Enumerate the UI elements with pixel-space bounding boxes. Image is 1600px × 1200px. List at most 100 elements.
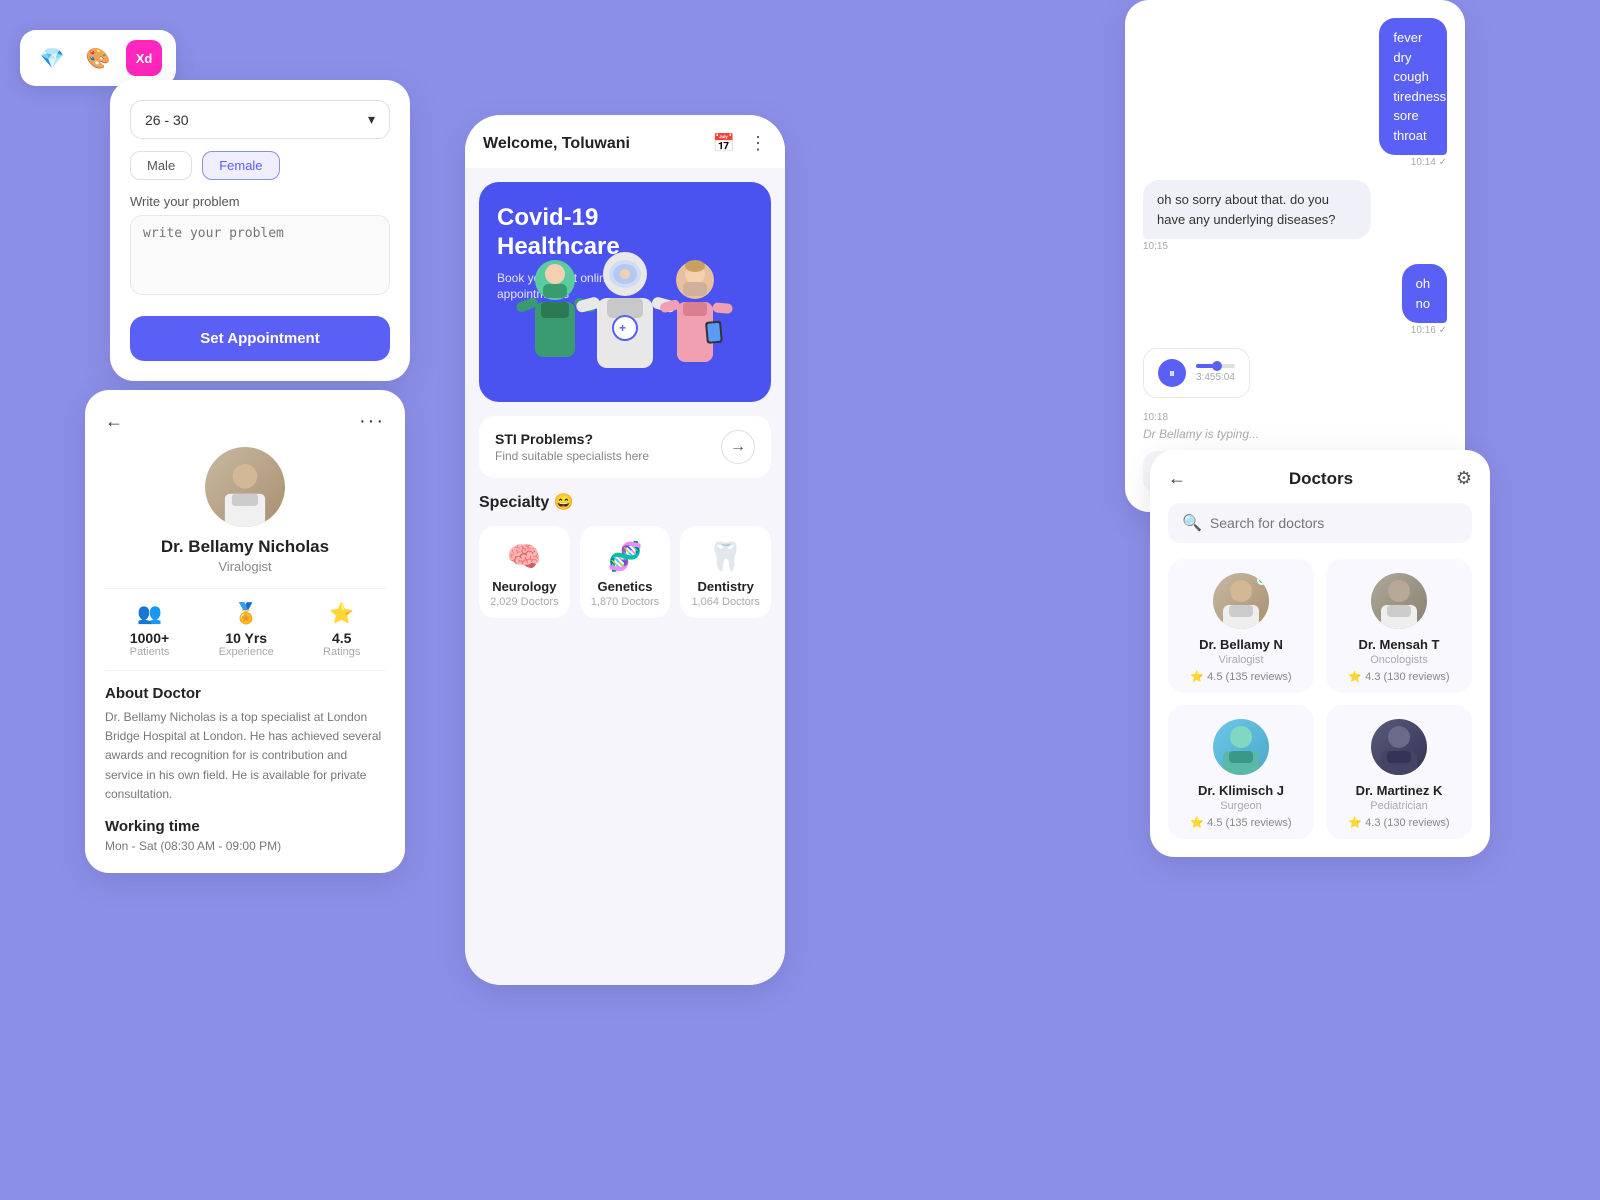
age-chevron-icon: ▾ <box>368 111 375 128</box>
specialty-genetics[interactable]: 🧬 Genetics 1,870 Doctors <box>580 526 671 618</box>
figma-icon[interactable]: 🎨 <box>80 40 116 76</box>
svg-text:+: + <box>619 321 626 335</box>
doctor-card-martinez[interactable]: Dr. Martinez K Pediatrician ⭐ 4.3 (130 r… <box>1326 705 1472 839</box>
sketch-icon[interactable]: 💎 <box>34 40 70 76</box>
msg-time-1: 10:14 ✓ <box>1411 157 1447 168</box>
doctor-card-klimisch[interactable]: Dr. Klimisch J Surgeon ⭐ 4.5 (135 review… <box>1168 705 1314 839</box>
specialty-title: Specialty 😄 <box>479 492 771 512</box>
audio-message: ⏸ 3:45 5:04 <box>1143 348 1250 398</box>
doctor-name: Dr. Bellamy Nicholas <box>105 537 385 557</box>
stat-experience: 🏅 10 Yrs Experience <box>219 601 274 658</box>
appointment-panel: 26 - 30 ▾ Male Female Write your problem… <box>110 80 410 381</box>
doctor-specialty: Viralogist <box>105 559 385 574</box>
gender-female[interactable]: Female <box>202 151 279 180</box>
typing-hint: Dr Bellamy is typing... <box>1143 427 1447 441</box>
audio-elapsed: 3:45 <box>1196 372 1215 383</box>
doctor-rating-martinez: ⭐ 4.3 (130 reviews) <box>1336 816 1462 829</box>
genetics-icon: 🧬 <box>588 540 663 573</box>
sti-card: STI Problems? Find suitable specialists … <box>479 416 771 478</box>
sti-title: STI Problems? <box>495 431 649 447</box>
chat-messages: fever dry cough tiredness sore throat 10… <box>1143 18 1447 423</box>
avatar-mensah <box>1371 573 1427 629</box>
header-icons: 📅 ⋮ <box>713 133 767 154</box>
more-icon[interactable]: ··· <box>359 410 385 433</box>
gender-row: Male Female <box>130 151 390 180</box>
problem-label: Write your problem <box>130 194 390 209</box>
stat-patients: 👥 1000+ Patients <box>130 601 170 658</box>
sti-arrow-icon[interactable]: → <box>721 430 755 464</box>
toolbar: 💎 🎨 Xd <box>20 30 176 86</box>
doctor-rating-klimisch: ⭐ 4.5 (135 reviews) <box>1178 816 1304 829</box>
doctor-avatar-section: Dr. Bellamy Nicholas Viralogist <box>105 447 385 574</box>
experience-label: Experience <box>219 646 274 658</box>
avatar-bellamy <box>1213 573 1269 629</box>
gender-male[interactable]: Male <box>130 151 192 180</box>
doctor-rating-bellamy: ⭐ 4.5 (135 reviews) <box>1178 670 1304 683</box>
message-in-1: oh so sorry about that. do you have any … <box>1143 180 1371 239</box>
doctor-card-mensah[interactable]: Dr. Mensah T Oncologists ⭐ 4.3 (130 revi… <box>1326 559 1472 693</box>
specialty-dentistry[interactable]: 🦷 Dentistry 1,064 Doctors <box>680 526 771 618</box>
app-header: Welcome, Toluwani 📅 ⋮ <box>465 115 785 168</box>
msg-time-2: 10:15 <box>1143 241 1168 252</box>
work-title: Working time <box>105 818 385 835</box>
ratings-icon: ⭐ <box>323 601 360 626</box>
doctor-spec-martinez: Pediatrician <box>1336 800 1462 812</box>
specialty-section: Specialty 😄 🧠 Neurology 2,029 Doctors 🧬 … <box>465 492 785 618</box>
patients-value: 1000+ <box>130 630 170 646</box>
neurology-count: 2,029 Doctors <box>487 596 562 608</box>
doctor-name-klimisch: Dr. Klimisch J <box>1178 783 1304 798</box>
avatar <box>205 447 285 527</box>
calendar-icon[interactable]: 📅 <box>713 133 735 154</box>
genetics-count: 1,870 Doctors <box>588 596 663 608</box>
doctor-spec-bellamy: Viralogist <box>1178 654 1304 666</box>
audio-track: 3:45 5:04 <box>1196 364 1235 383</box>
genetics-name: Genetics <box>588 579 663 594</box>
problem-input[interactable] <box>130 215 390 295</box>
dentistry-name: Dentistry <box>688 579 763 594</box>
filter-icon[interactable]: ⚙ <box>1456 468 1472 489</box>
audio-total: 5:04 <box>1215 372 1234 383</box>
search-doctors-input[interactable] <box>1210 515 1458 531</box>
about-text: Dr. Bellamy Nicholas is a top specialist… <box>105 708 385 804</box>
audio-time: 10:18 <box>1143 412 1447 423</box>
more-menu-icon[interactable]: ⋮ <box>749 133 767 154</box>
hero-illustration: + <box>479 252 771 402</box>
doctors-title: Doctors <box>1186 469 1456 489</box>
ratings-value: 4.5 <box>323 630 360 646</box>
doctor-profile-panel: ← ··· Dr. Bellamy Nicholas Viralogist 👥 … <box>85 390 405 873</box>
specialty-neurology[interactable]: 🧠 Neurology 2,029 Doctors <box>479 526 570 618</box>
age-range-value: 26 - 30 <box>145 112 189 128</box>
search-icon: 🔍 <box>1182 513 1202 533</box>
chat-panel: fever dry cough tiredness sore throat 10… <box>1125 0 1465 512</box>
audio-progress-bar[interactable] <box>1196 364 1235 368</box>
message-out-1: fever dry cough tiredness sore throat <box>1379 18 1447 155</box>
stat-ratings: ⭐ 4.5 Ratings <box>323 601 360 658</box>
doctors-header: ← Doctors ⚙ <box>1168 468 1472 489</box>
neurology-icon: 🧠 <box>487 540 562 573</box>
age-select[interactable]: 26 - 30 ▾ <box>130 100 390 139</box>
doctors-panel: ← Doctors ⚙ 🔍 Dr. Bellamy N Viralogist ⭐… <box>1150 450 1490 857</box>
doctor-card-bellamy[interactable]: Dr. Bellamy N Viralogist ⭐ 4.5 (135 revi… <box>1168 559 1314 693</box>
doctor-spec-mensah: Oncologists <box>1336 654 1462 666</box>
sti-subtitle: Find suitable specialists here <box>495 449 649 463</box>
doctor-name-martinez: Dr. Martinez K <box>1336 783 1462 798</box>
work-time: Mon - Sat (08:30 AM - 09:00 PM) <box>105 839 385 853</box>
patients-label: Patients <box>130 646 170 658</box>
avatar-martinez <box>1371 719 1427 775</box>
about-title: About Doctor <box>105 685 385 702</box>
back-icon[interactable]: ← <box>105 411 123 432</box>
doctor-name-mensah: Dr. Mensah T <box>1336 637 1462 652</box>
message-out-2: oh no <box>1402 264 1447 323</box>
patients-icon: 👥 <box>130 601 170 626</box>
doctor-rating-mensah: ⭐ 4.3 (130 reviews) <box>1336 670 1462 683</box>
set-appointment-button[interactable]: Set Appointment <box>130 316 390 361</box>
audio-play-button[interactable]: ⏸ <box>1158 359 1186 387</box>
dentistry-count: 1,064 Doctors <box>688 596 763 608</box>
experience-value: 10 Yrs <box>219 630 274 646</box>
doctors-back-icon[interactable]: ← <box>1168 468 1186 489</box>
hero-banner: Covid-19Healthcare Book your next online… <box>479 182 771 402</box>
xd-icon[interactable]: Xd <box>126 40 162 76</box>
avatar-klimisch <box>1213 719 1269 775</box>
msg-time-3: 10:16 ✓ <box>1411 325 1447 336</box>
doctor-spec-klimisch: Surgeon <box>1178 800 1304 812</box>
